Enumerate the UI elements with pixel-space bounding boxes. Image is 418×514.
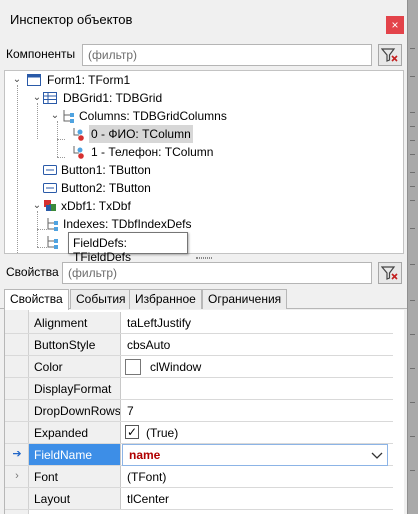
title-bar[interactable]: Инспектор объектов × [0,0,407,36]
component-tree[interactable]: ⌄ Form1: TForm1 ⌄ DBGrid1: TDBGrid ⌄ Col… [4,70,404,254]
tree-item-xdbf1[interactable]: ⌄ xDbf1: TxDbf [5,197,385,215]
color-swatch [125,359,141,375]
tree-item-column-0[interactable]: 0 - ФИО: TColumn [5,125,385,143]
collection-icon [63,110,74,123]
property-row-color[interactable]: Color clWindow [5,356,404,378]
column-icon [73,128,84,141]
column-icon [73,146,84,159]
components-filter-row: Компоненты (фильтр) [0,41,407,67]
tree-item-label: Columns: TDBGridColumns [79,109,227,123]
property-value[interactable]: clWindow [145,356,404,377]
property-value[interactable]: (TFont) [122,466,392,487]
tree-item-label: Button1: TButton [61,163,151,177]
tree-item-label: 1 - Телефон: TColumn [91,145,214,159]
fieldname-value[interactable]: name [129,448,160,462]
property-row-fieldname[interactable]: ➔ FieldName name [5,444,404,466]
components-filter-input[interactable]: (фильтр) [82,44,372,66]
collapse-icon[interactable]: ⌄ [31,197,43,215]
property-name: FieldName [29,444,121,465]
inspector-tabs: Свойства События Избранное Ограничения [0,289,407,310]
property-row-displayformat[interactable]: DisplayFormat [5,378,404,400]
property-grid[interactable]: Alignment taLeftJustify ButtonStyle cbsA… [4,310,404,514]
components-label: Компоненты [6,47,76,61]
tree-scrollbar[interactable] [391,71,403,253]
property-value[interactable] [122,378,392,399]
properties-label: Свойства [6,265,59,279]
property-name: Layout [29,488,121,509]
property-name: Expanded [29,422,121,443]
property-row-dropdownrows[interactable]: DropDownRows 7 [5,400,404,422]
tree-item-label: 0 - ФИО: TColumn [89,125,193,143]
collapse-icon[interactable]: ⌄ [11,71,23,89]
tree-item-button2[interactable]: Button2: TButton [5,179,385,197]
property-value[interactable]: cbsAuto [122,334,392,355]
tree-item-fielddefs[interactable] [5,233,385,251]
tree-item-label: Form1: TForm1 [47,73,131,87]
chevron-down-icon[interactable] [371,448,383,462]
properties-filter-input[interactable]: (фильтр) [62,262,372,284]
button-icon [43,165,57,175]
expand-icon[interactable]: › [5,466,29,487]
current-row-arrow-icon: ➔ [12,448,22,460]
collection-icon [47,218,58,231]
tab-events[interactable]: События [70,289,132,309]
form-icon [27,74,41,86]
property-name: DisplayFormat [29,378,121,399]
property-name: Alignment [29,312,121,333]
window-title: Инспектор объектов [10,12,133,27]
collapse-icon[interactable]: ⌄ [49,107,61,125]
clear-filter-icon [381,48,398,62]
tab-properties[interactable]: Свойства [4,289,69,310]
clear-components-filter-button[interactable] [378,44,402,66]
property-row-expanded[interactable]: Expanded ✓ (True) [5,422,404,444]
tree-item-label: Indexes: TDbfIndexDefs [63,217,192,231]
checkbox-checked-icon[interactable]: ✓ [125,425,139,439]
tree-item-form1[interactable]: ⌄ Form1: TForm1 [5,71,385,89]
property-value[interactable]: (True) [141,422,404,443]
clear-properties-filter-button[interactable] [378,262,402,284]
tab-restrictions[interactable]: Ограничения [202,289,288,309]
tab-favorites[interactable]: Избранное [129,289,202,309]
property-name: Font [29,466,121,487]
property-name: Color [29,356,121,377]
collapse-icon[interactable]: ⌄ [31,89,43,107]
background-window-edge [408,0,418,514]
tree-item-indexes[interactable]: Indexes: TDbfIndexDefs [5,215,385,233]
tree-item-dbgrid1[interactable]: ⌄ DBGrid1: TDBGrid [5,89,385,107]
fieldname-combo-box[interactable]: name [122,444,388,466]
property-name: DropDownRows [29,400,121,421]
object-inspector-window: Инспектор объектов × Компоненты (фильтр)… [0,0,408,514]
property-value[interactable]: tlCenter [122,488,392,509]
clear-filter-icon [381,266,398,280]
property-value[interactable]: 7 [122,400,392,421]
property-row-buttonstyle[interactable]: ButtonStyle cbsAuto [5,334,404,356]
property-row-font[interactable]: › Font (TFont) [5,466,404,488]
tree-item-columns[interactable]: ⌄ Columns: TDBGridColumns [5,107,385,125]
properties-filter-row: Свойства (фильтр) [0,259,407,285]
collection-icon [47,236,58,249]
property-name: ButtonStyle [29,334,121,355]
tree-item-label: DBGrid1: TDBGrid [63,91,163,105]
tree-item-column-1[interactable]: 1 - Телефон: TColumn [5,143,385,161]
tree-item-button1[interactable]: Button1: TButton [5,161,385,179]
grid-icon [43,92,57,104]
button-icon [43,183,57,193]
tree-item-hint: FieldDefs: TFieldDefs [68,232,188,264]
property-row-alignment[interactable]: Alignment taLeftJustify [5,312,404,334]
close-button[interactable]: × [386,16,404,34]
property-row-layout[interactable]: Layout tlCenter [5,488,404,510]
tree-item-label: Button2: TButton [61,181,151,195]
tree-item-label: xDbf1: TxDbf [61,199,131,213]
property-value[interactable]: taLeftJustify [122,312,392,333]
property-grid-scrollbar[interactable] [393,310,404,514]
database-icon [44,200,56,211]
